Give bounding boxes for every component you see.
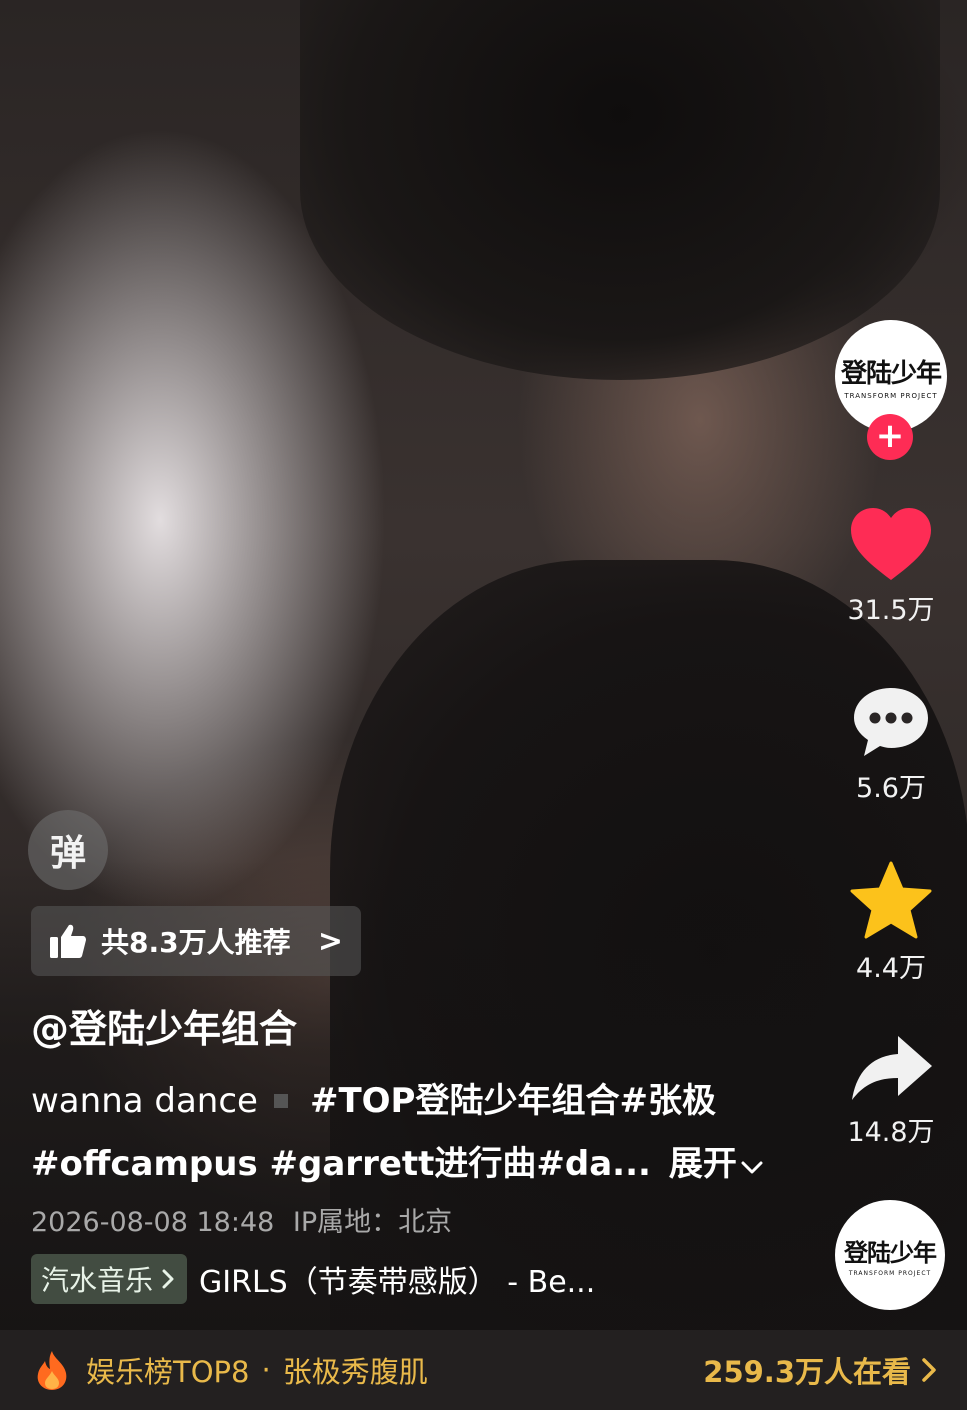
- comment-button[interactable]: 5.6万: [830, 684, 952, 805]
- ip-location: IP属地：北京: [292, 1207, 453, 1238]
- ranking-info: 娱乐榜TOP8 · 张极秀腹肌: [34, 1349, 428, 1391]
- author-handle[interactable]: @登陆少年组合: [31, 998, 297, 1053]
- hashtags-line-1[interactable]: #TOP登陆少年组合#张极: [310, 1081, 716, 1121]
- description-line-1: wanna dance #TOP登陆少年组合#张极: [31, 1073, 716, 1122]
- music-source-label: 汽水音乐: [41, 1264, 154, 1297]
- like-button[interactable]: 31.5万: [830, 506, 952, 627]
- description-text: wanna dance: [31, 1081, 258, 1121]
- music-title: GIRLS（节奏带感版） - Be...: [199, 1265, 596, 1300]
- chevron-right-icon: [922, 1358, 936, 1382]
- chevron-down-icon: [741, 1161, 763, 1174]
- comment-icon: [854, 688, 928, 756]
- thumbs-up-icon: [50, 924, 86, 958]
- favorite-button[interactable]: 4.4万: [830, 860, 952, 985]
- chevron-right-icon: >: [317, 923, 343, 959]
- music-disc-logo: 登陆少年: [844, 1239, 937, 1267]
- like-count: 31.5万: [847, 595, 935, 626]
- comment-count: 5.6万: [856, 773, 926, 804]
- post-meta: 2026-08-08 18:48 IP属地：北京: [31, 1200, 452, 1239]
- music-source-chip[interactable]: 汽水音乐: [31, 1254, 188, 1304]
- expand-button[interactable]: 展开: [669, 1144, 763, 1184]
- share-button[interactable]: 14.8万: [830, 1032, 952, 1149]
- danmu-toggle-button[interactable]: 弹: [28, 810, 108, 890]
- expand-label: 展开: [668, 1144, 737, 1184]
- recommend-text: 共8.3万人推荐: [101, 926, 291, 959]
- music-disc[interactable]: 登陆少年 TRANSFORM PROJECT: [835, 1200, 945, 1310]
- avatar-logo-sub: TRANSFORM PROJECT: [844, 391, 938, 400]
- share-icon: [852, 1036, 932, 1100]
- avatar-logo: 登陆少年: [840, 358, 942, 389]
- flame-icon: [37, 1351, 67, 1390]
- music-row[interactable]: 汽水音乐 GIRLS（节奏带感版） - Be...: [31, 1254, 595, 1304]
- inline-square-icon: [273, 1093, 288, 1108]
- hashtags-line-2[interactable]: #offcampus #garrett进行曲#da...: [31, 1144, 651, 1184]
- watching-count[interactable]: 259.3万人在看: [703, 1349, 937, 1391]
- video-hair-area: [300, 0, 940, 380]
- favorite-count: 4.4万: [856, 953, 926, 984]
- star-icon: [850, 861, 932, 939]
- music-disc-logo-sub: TRANSFORM PROJECT: [848, 1270, 932, 1277]
- watching-label: 259.3万人在看: [703, 1355, 911, 1389]
- share-count: 14.8万: [847, 1117, 935, 1148]
- chevron-right-icon: [162, 1269, 174, 1289]
- recommend-banner[interactable]: 共8.3万人推荐 >: [31, 906, 361, 976]
- follow-button[interactable]: +: [867, 414, 913, 460]
- trending-topic: 张极秀腹肌: [282, 1355, 428, 1389]
- heart-icon: [851, 508, 931, 580]
- separator-dot: ·: [261, 1353, 271, 1387]
- description-line-2: #offcampus #garrett进行曲#da... 展开: [31, 1136, 763, 1185]
- ranking-label: 娱乐榜TOP8: [86, 1355, 250, 1389]
- hot-ranking-bar[interactable]: 娱乐榜TOP8 · 张极秀腹肌 259.3万人在看: [0, 1330, 967, 1410]
- post-datetime: 2026-08-08 18:48: [31, 1207, 275, 1238]
